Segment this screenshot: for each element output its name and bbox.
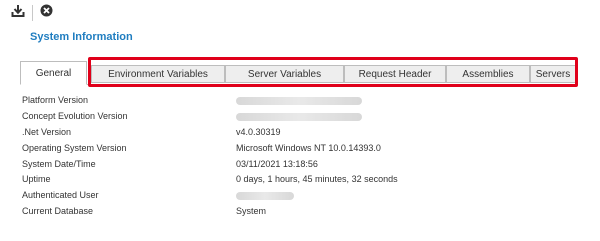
download-icon [11, 4, 25, 23]
toolbar [10, 4, 54, 22]
info-label: Operating System Version [22, 142, 127, 153]
toolbar-separator [32, 5, 33, 21]
info-label: .Net Version [22, 126, 72, 137]
info-value: 0 days, 1 hours, 45 minutes, 32 seconds [236, 174, 398, 185]
info-value: System [236, 206, 267, 217]
download-button[interactable] [10, 4, 26, 23]
redacted-value [236, 97, 362, 105]
close-button[interactable] [38, 4, 54, 22]
highlight-annotation [88, 57, 578, 87]
tab-general[interactable]: General [20, 61, 87, 85]
info-label: Uptime [22, 174, 51, 185]
redacted-value [236, 192, 294, 201]
info-value: Microsoft Windows NT 10.0.14393.0 [236, 142, 381, 153]
info-label: System Date/Time [22, 158, 96, 169]
page-title: System Information [30, 31, 133, 43]
info-label: Authenticated User [22, 190, 99, 201]
info-value: 03/11/2021 13:18:56 [236, 158, 318, 169]
redacted-value [236, 112, 362, 121]
info-label: Current Database [22, 206, 94, 217]
close-circle-icon [40, 4, 53, 22]
info-label: Concept Evolution Version [22, 110, 128, 121]
info-value: v4.0.30319 [236, 126, 281, 137]
info-label: Platform Version [22, 95, 89, 105]
